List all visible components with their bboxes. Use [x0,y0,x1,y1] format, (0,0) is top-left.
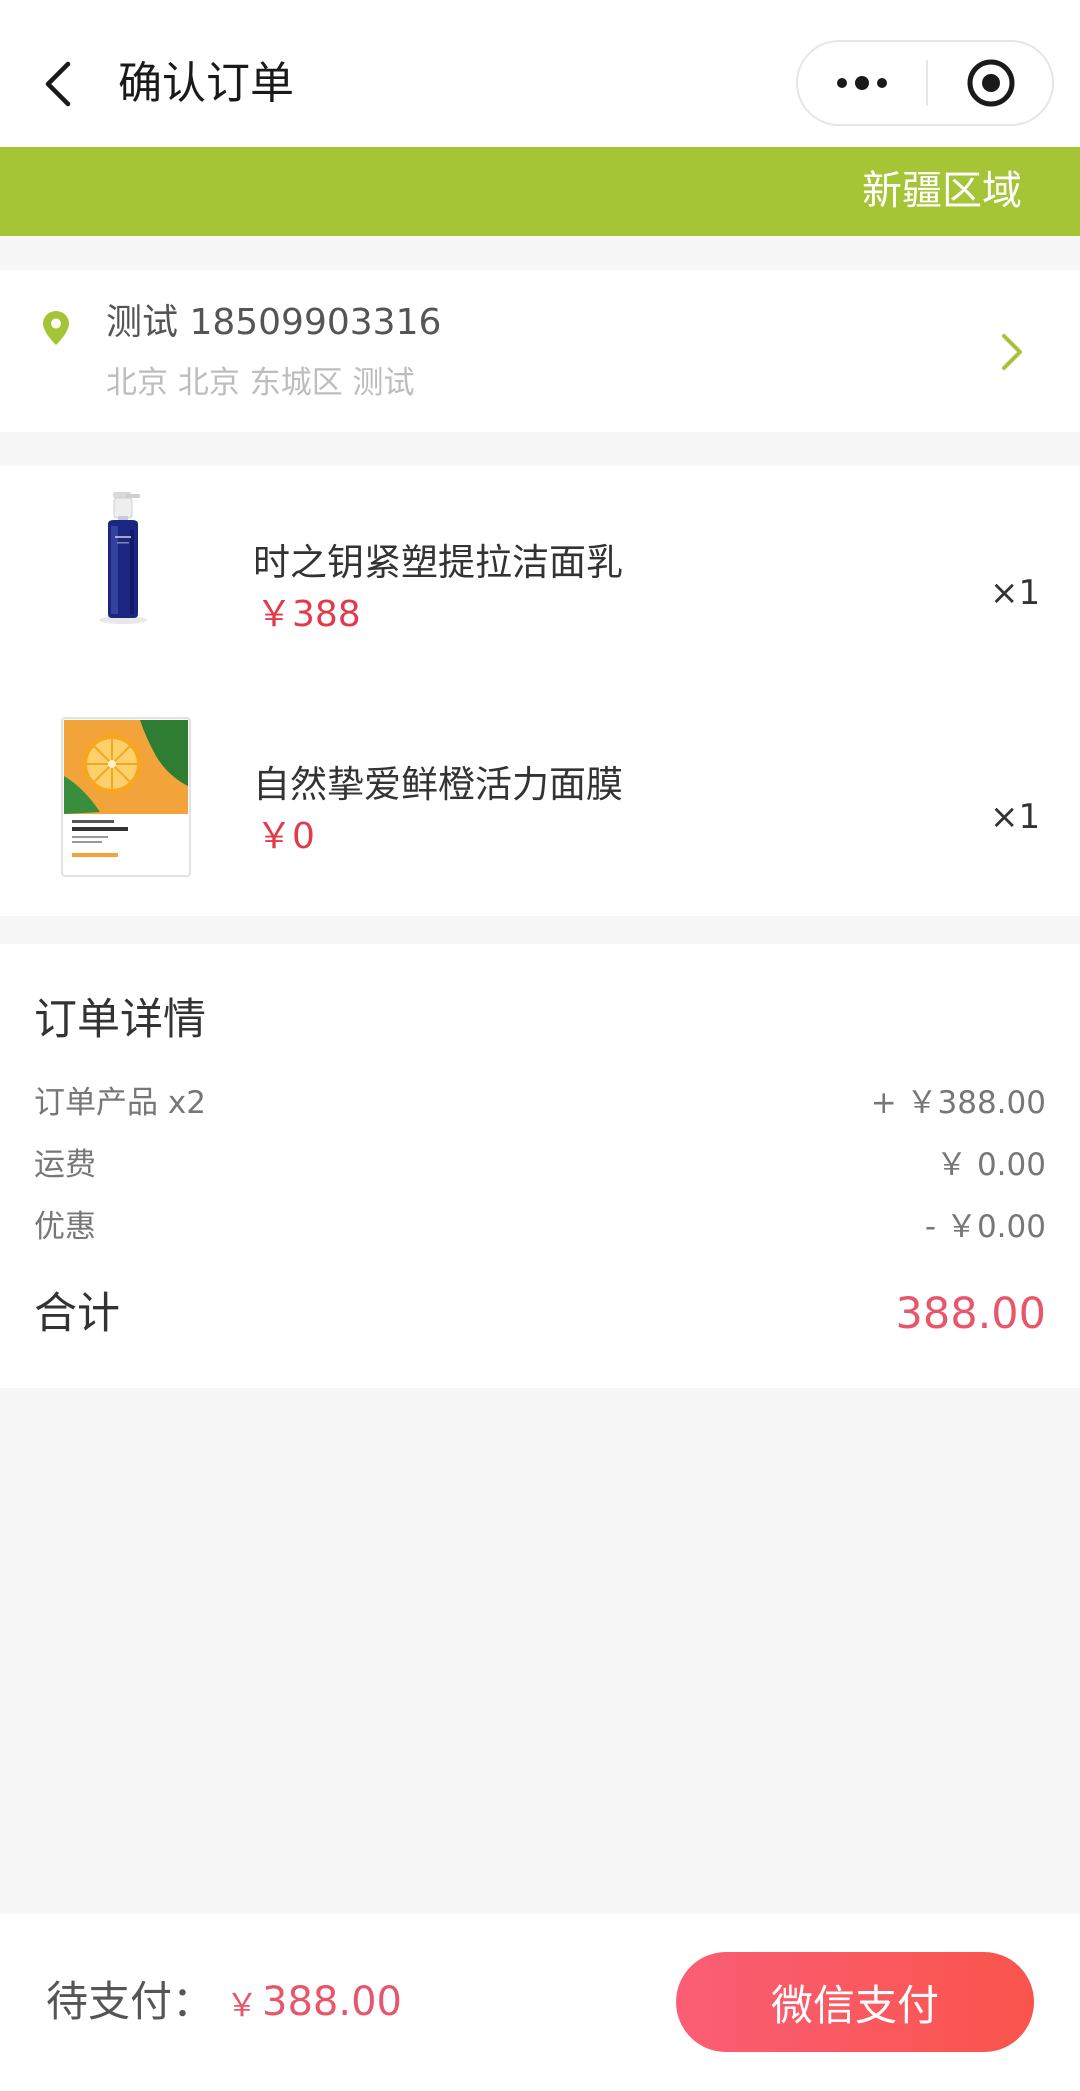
goods-list: 时之钥紧塑提拉洁面乳 ￥388 ×1 自然挚爱鲜橙活力面膜 ￥0 ×1 [0,466,1080,916]
more-button[interactable] [798,42,926,124]
goods-name: 自然挚爱鲜橙活力面膜 [253,763,623,806]
detail-value-discount: - ￥0.00 [924,1209,1046,1245]
pending-amount: 388.00 [262,1979,402,2025]
chevron-right-icon[interactable] [996,332,1026,372]
close-miniprogram-button[interactable] [928,42,1054,124]
order-detail-title: 订单详情 [34,995,206,1045]
goods-quantity: ×1 [990,797,1041,837]
list-item[interactable]: 时之钥紧塑提拉洁面乳 ￥388 ×1 [0,478,1080,678]
chevron-left-icon [45,61,71,107]
total-label: 合计 [34,1289,120,1339]
orange-mask-product-image [61,717,191,877]
wechat-pay-button[interactable]: 微信支付 [676,1952,1034,2052]
address-detail: 北京 北京 东城区 测试 [106,365,415,401]
goods-price: ￥0 [256,816,315,857]
address-card[interactable] [0,270,1080,432]
pending-payment-label: 待支付： [46,1977,215,2026]
goods-quantity: ×1 [990,573,1041,613]
detail-value-products: + ￥388.00 [870,1085,1046,1121]
detail-label-products: 订单产品 x2 [34,1085,206,1121]
blue-bottle-product-image [99,492,147,624]
more-dots-icon [837,76,887,90]
page-title: 确认订单 [118,58,294,109]
total-value: 388.00 [895,1289,1046,1339]
goods-name: 时之钥紧塑提拉洁面乳 [253,541,623,584]
target-icon [967,59,1015,107]
goods-price: ￥388 [256,594,361,635]
location-pin-icon [43,311,69,345]
back-button[interactable] [36,52,80,116]
address-name-phone: 测试 18509903316 [106,302,442,343]
detail-value-shipping: ￥ 0.00 [936,1147,1046,1183]
notice-banner: 新疆区域 [0,147,1080,236]
miniprogram-capsule [796,40,1054,126]
list-item[interactable]: 自然挚爱鲜橙活力面膜 ￥0 ×1 [0,702,1080,902]
detail-label-shipping: 运费 [34,1147,96,1183]
detail-label-discount: 优惠 [34,1209,96,1245]
banner-text: 新疆区域 [862,168,1022,214]
pending-currency: ￥ [226,1986,259,2024]
